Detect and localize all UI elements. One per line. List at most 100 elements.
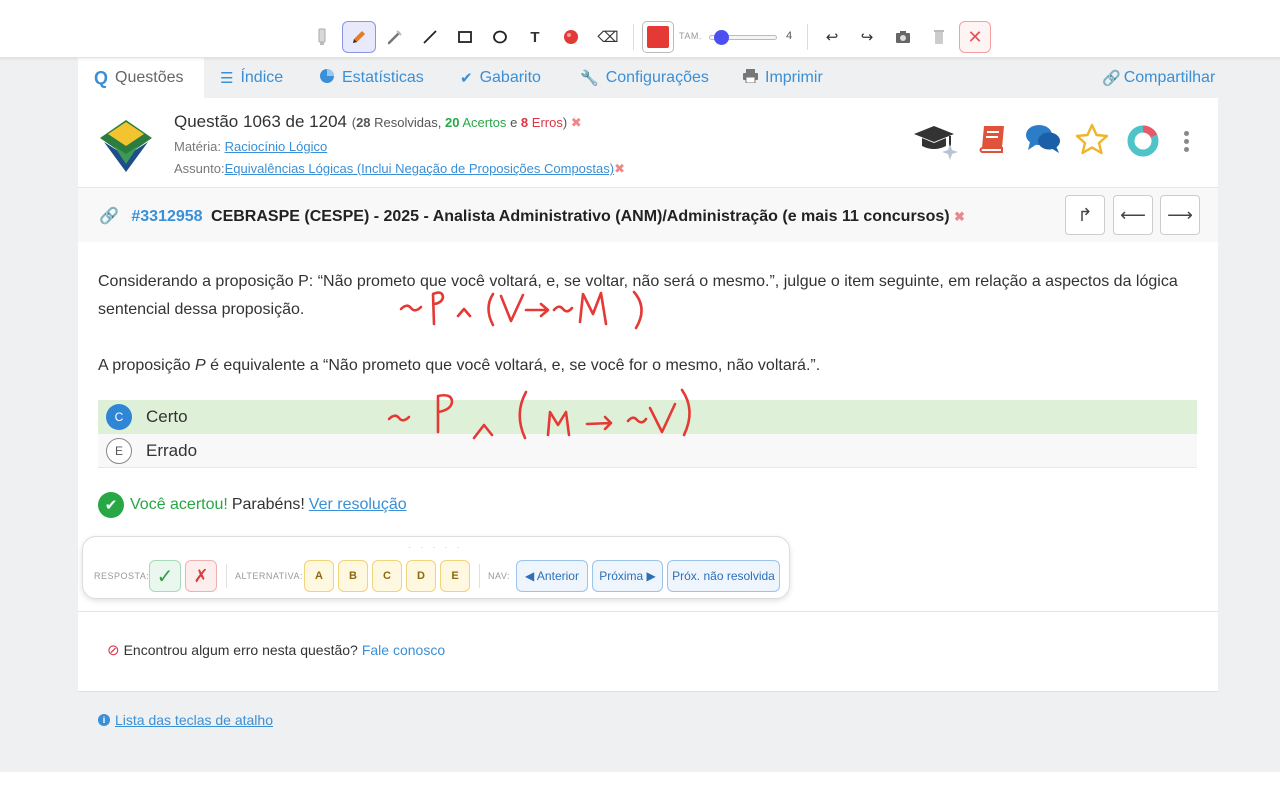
remove-assunto-icon[interactable]: ✖ — [614, 161, 625, 176]
question-id[interactable]: #3312958 — [131, 208, 202, 225]
tab-questoes[interactable]: Q Questões — [78, 58, 204, 98]
alternative-a-button[interactable]: A — [304, 560, 334, 592]
tab-indice[interactable]: ☰ Índice — [220, 58, 283, 98]
tab-estatisticas[interactable]: Estatísticas — [319, 58, 424, 98]
drawing-toolbar: T ⌫ TAM. 4 ↩ ↪ ✕ — [0, 0, 1280, 58]
item-suffix: é equivalente a “Não prometo que você vo… — [205, 357, 821, 374]
contact-link[interactable]: Fale conosco — [362, 642, 445, 658]
rectangle-icon[interactable] — [448, 21, 482, 53]
marker-icon[interactable] — [305, 21, 339, 53]
trash-icon[interactable] — [922, 21, 956, 53]
tab-label: Imprimir — [765, 69, 823, 86]
graduation-cap-icon[interactable] — [912, 122, 958, 162]
materia-link[interactable]: Raciocínio Lógico — [225, 139, 328, 154]
text-icon[interactable]: T — [518, 21, 552, 53]
progress-donut-icon[interactable] — [1124, 122, 1164, 162]
errors-label: Erros — [531, 115, 563, 130]
toolbar-divider — [807, 24, 808, 50]
answer-bar-divider — [226, 564, 227, 588]
next-button[interactable]: Próxima ▶ — [592, 560, 663, 592]
previous-button[interactable]: ◀ Anterior — [516, 560, 588, 592]
question-title: Questão 1063 de 1204 — [174, 112, 347, 131]
tab-configuracoes[interactable]: 🔧 Configurações — [580, 58, 709, 98]
resolved-label: Resolvidas, — [374, 115, 442, 130]
and-label: e — [510, 115, 518, 130]
alternative-d-button[interactable]: D — [406, 560, 436, 592]
close-icon: ✕ — [967, 26, 983, 47]
share-arrow-icon: ↱ — [1077, 204, 1093, 225]
nav-tabs: Q Questões ☰ Índice Estatísticas ✔ Gabar… — [78, 58, 1218, 98]
size-slider-handle[interactable] — [713, 30, 729, 45]
previous-question-button[interactable]: ⟵ — [1113, 195, 1153, 235]
list-icon: ☰ — [220, 70, 234, 87]
link-icon[interactable]: 🔗 — [99, 208, 119, 225]
alternative-c-button[interactable]: C — [372, 560, 402, 592]
answer-errado-button[interactable]: ✗ — [185, 560, 217, 592]
book-icon[interactable] — [975, 122, 1015, 162]
more-options-icon[interactable] — [1184, 131, 1192, 155]
option-errado[interactable]: E Errado — [98, 434, 1197, 468]
star-icon[interactable] — [1074, 122, 1114, 162]
footer-divider — [78, 611, 1218, 612]
camera-icon[interactable] — [886, 21, 920, 53]
shortcuts-link[interactable]: Lista das teclas de atalho — [115, 712, 273, 728]
resolved-count: 28 — [356, 115, 371, 130]
next-unresolved-button[interactable]: Próx. não resolvida — [667, 560, 780, 592]
remove-stats-icon[interactable]: ✖ — [571, 115, 582, 130]
tab-label: Configurações — [605, 69, 709, 86]
alternative-e-button[interactable]: E — [440, 560, 470, 592]
option-letter: C — [106, 403, 132, 430]
materia-label: Matéria: — [174, 139, 221, 154]
nav-label: NAV: — [488, 571, 511, 581]
eraser-icon[interactable]: ⌫ — [591, 21, 625, 53]
source-info: 🔗 #3312958 CEBRASPE (CESPE) - 2025 - Ana… — [99, 206, 965, 226]
info-icon: i — [98, 714, 110, 726]
close-toolbar-button[interactable]: ✕ — [959, 21, 991, 53]
comments-icon[interactable] — [1024, 122, 1064, 162]
assunto-link[interactable]: Equivalências Lógicas (Inclui Negação de… — [225, 161, 615, 176]
share-link[interactable]: 🔗 Compartilhar — [1102, 58, 1215, 98]
tab-label: Estatísticas — [342, 69, 424, 86]
remove-source-icon[interactable]: ✖ — [954, 209, 965, 224]
tab-label: Gabarito — [479, 69, 541, 86]
color-picker[interactable] — [642, 21, 674, 53]
color-swatch — [647, 26, 669, 48]
answer-certo-button[interactable]: ✓ — [149, 560, 181, 592]
next-question-button[interactable]: ⟶ — [1160, 195, 1200, 235]
hits-label: Acertos — [462, 115, 507, 130]
link-icon: 🔗 — [1102, 70, 1121, 87]
ellipse-icon[interactable] — [483, 21, 517, 53]
pie-chart-icon — [319, 68, 335, 88]
hits-count: 20 — [444, 115, 460, 130]
assunto-label: Assunto: — [174, 161, 225, 176]
tab-label: Compartilhar — [1123, 69, 1216, 86]
size-label: TAM. — [679, 31, 702, 41]
highlighter-icon[interactable] — [378, 21, 412, 53]
errors-count: 8 — [520, 115, 529, 130]
redirect-button[interactable]: ↱ — [1065, 195, 1105, 235]
alternative-b-button[interactable]: B — [338, 560, 368, 592]
undo-icon[interactable]: ↩ — [815, 21, 849, 53]
option-label: Certo — [146, 406, 188, 426]
dot-icon[interactable] — [554, 21, 588, 53]
pencil-icon[interactable] — [342, 21, 376, 53]
congrats-text: Parabéns! — [231, 496, 305, 513]
tab-gabarito[interactable]: ✔ Gabarito — [460, 58, 541, 98]
error-text: Encontrou algum erro nesta questão? — [123, 642, 358, 658]
report-error: ⊘ Encontrou algum erro nesta questão? Fa… — [107, 641, 445, 659]
question-statement: Considerando a proposição P: “Não promet… — [98, 273, 1178, 318]
materia-row: Matéria: Raciocínio Lógico — [174, 139, 327, 154]
arrow-left-icon: ⟵ — [1120, 204, 1146, 225]
tab-imprimir[interactable]: Imprimir — [743, 58, 823, 98]
toolbar-divider — [633, 24, 634, 50]
shortcuts-row: i Lista das teclas de atalho — [98, 712, 273, 728]
resolution-link[interactable]: Ver resolução — [309, 496, 407, 514]
line-icon[interactable] — [413, 21, 447, 53]
tab-label: Índice — [240, 69, 284, 86]
tab-label: Questões — [115, 69, 184, 86]
success-check-icon: ✔ — [98, 492, 124, 518]
redo-icon[interactable]: ↪ — [850, 21, 884, 53]
drag-handle-icon[interactable]: · · · · · — [408, 542, 463, 553]
option-certo[interactable]: C Certo — [98, 400, 1197, 434]
item-prefix: A proposição — [98, 357, 195, 374]
